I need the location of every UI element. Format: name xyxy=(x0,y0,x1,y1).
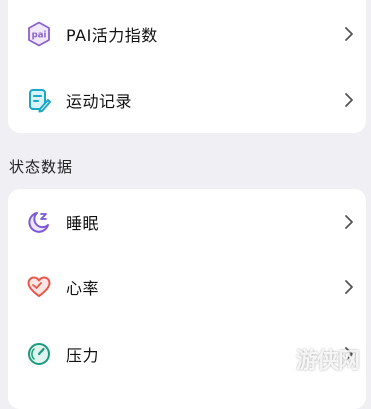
list-item-sleep[interactable]: 睡眠 xyxy=(8,192,366,252)
sleep-icon xyxy=(26,209,52,235)
list-item-heart-rate[interactable]: 心率 xyxy=(8,257,366,317)
chevron-right-icon xyxy=(345,280,353,294)
pai-icon: pai xyxy=(26,21,52,47)
top-card: pai PAI活力指数 运动记录 xyxy=(8,0,366,133)
section-title-status-data: 状态数据 xyxy=(9,158,74,176)
exercise-record-icon xyxy=(26,87,52,113)
status-data-card: 睡眠 心率 压力 xyxy=(8,189,366,409)
heart-icon xyxy=(26,274,52,300)
stress-label: 压力 xyxy=(66,346,100,365)
exercise-record-label: 运动记录 xyxy=(66,92,133,111)
chevron-right-icon xyxy=(345,215,353,229)
heart-rate-label: 心率 xyxy=(66,279,100,298)
stress-gauge-icon xyxy=(26,341,52,367)
sleep-label: 睡眠 xyxy=(66,214,100,233)
list-item-pai[interactable]: pai PAI活力指数 xyxy=(8,4,366,64)
chevron-right-icon xyxy=(345,93,353,107)
chevron-right-icon xyxy=(345,27,353,41)
pai-label: PAI活力指数 xyxy=(66,26,158,45)
list-item-exercise-record[interactable]: 运动记录 xyxy=(8,70,366,130)
watermark-logo: 游侠网 xyxy=(296,349,360,374)
svg-text:pai: pai xyxy=(32,31,47,41)
